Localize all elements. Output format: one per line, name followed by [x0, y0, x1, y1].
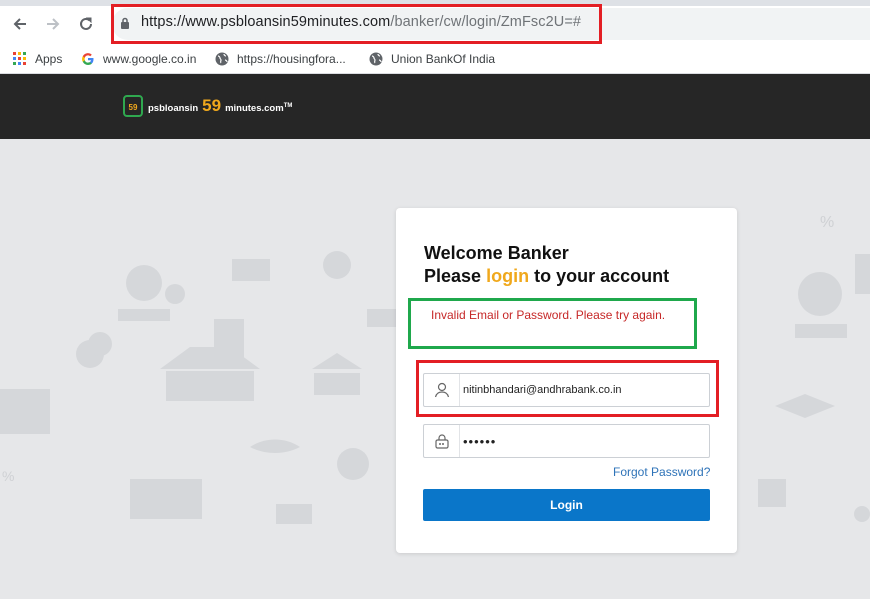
bookmark-label: https://housingfora...: [237, 52, 346, 66]
annotation-box-error: [408, 298, 697, 349]
annotation-box-url: [111, 4, 602, 44]
bookmark-apps[interactable]: Apps: [13, 49, 62, 69]
apps-grid-icon: [13, 52, 27, 66]
back-icon[interactable]: [9, 13, 31, 35]
heading-login: login: [486, 266, 530, 286]
heading-please: Please: [424, 266, 482, 286]
forgot-password-link[interactable]: Forgot Password?: [613, 465, 710, 479]
bookmark-label: Apps: [35, 52, 63, 66]
logo-badge-icon: 59: [123, 95, 143, 117]
team-icon: [798, 272, 842, 316]
bookmark-union-bank[interactable]: Union BankOf India: [369, 49, 495, 69]
password-input[interactable]: [463, 426, 703, 456]
site-logo[interactable]: 59 psbloansin 59 minutes.comTM: [123, 94, 292, 118]
login-button[interactable]: Login: [423, 489, 710, 521]
cash-icon: [276, 504, 312, 524]
shop-roof: [160, 347, 260, 369]
login-heading: Welcome Banker Please login to your acco…: [424, 242, 669, 288]
monitor-icon: [130, 479, 202, 519]
forward-icon[interactable]: [42, 13, 64, 35]
document-icon: [214, 319, 244, 363]
person-shoulders: [118, 309, 170, 321]
google-icon: [81, 52, 95, 66]
svg-text:59: 59: [129, 103, 138, 112]
logo-suffix: minutes.com: [225, 103, 284, 114]
logo-prefix: psbloansin: [148, 103, 199, 114]
logo-trademark: TM: [283, 102, 293, 109]
reload-icon[interactable]: [75, 13, 97, 35]
bank-roof: [312, 353, 362, 369]
site-header: 59 psbloansin 59 minutes.comTM: [0, 74, 870, 139]
coin-icon: [323, 251, 351, 279]
globe-icon: [369, 52, 383, 66]
wings-icon: [250, 439, 300, 453]
bank-body: [314, 373, 360, 395]
logo-number: 59: [202, 96, 222, 115]
bookmark-label: www.google.co.in: [103, 52, 197, 66]
lock-key-icon: [424, 425, 460, 457]
svg-text:%: %: [820, 214, 834, 231]
heading-rest: to your account: [534, 266, 670, 286]
svg-text:%: %: [2, 468, 14, 484]
bookmark-google[interactable]: www.google.co.in: [81, 49, 196, 69]
logo-wordmark: psbloansin 59 minutes.comTM: [148, 96, 292, 116]
shopping-bag-icon: [758, 479, 786, 507]
annotation-box-email: [416, 360, 719, 417]
card-icon: [232, 259, 270, 281]
globe-icon: [215, 52, 229, 66]
password-field[interactable]: [423, 424, 710, 458]
bookmark-label: Union BankOf India: [391, 52, 496, 66]
bookmark-housingfora[interactable]: https://housingfora...: [215, 49, 346, 69]
person-icon: [126, 265, 162, 301]
shop-front: [166, 371, 254, 401]
chart-icon: [0, 389, 50, 434]
bookmarks-bar: Apps www.google.co.in https://housingfor…: [0, 46, 870, 74]
browser-toolbar: https://www.psbloansin59minutes.com/bank…: [0, 0, 870, 46]
heading-line2: Please login to your account: [424, 265, 669, 288]
heading-line1: Welcome Banker: [424, 243, 569, 263]
graduation-cap-icon: [775, 394, 835, 418]
money-bag-icon: [337, 448, 369, 480]
